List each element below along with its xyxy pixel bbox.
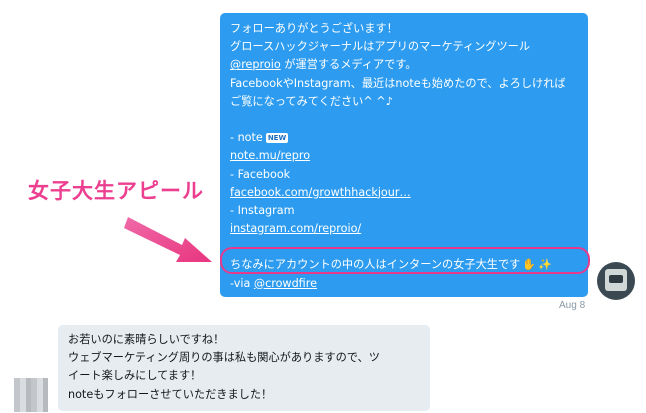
facebook-link[interactable]: facebook.com/growthhackjour… [230, 186, 411, 199]
message-line: - Instagram [230, 203, 295, 217]
avatar-image [605, 269, 627, 291]
message-timestamp: Aug 8 [559, 300, 586, 311]
message-line: イート楽しみにしてます！ [68, 369, 202, 383]
message-line: フォローありがとうございます！ [230, 22, 398, 35]
message-text: - note [230, 131, 263, 145]
message-line: facebook.com/growthhackjour… [230, 184, 578, 202]
message-line: グロースハックジャーナルはアプリのマーケティングツール [230, 40, 531, 54]
message-line: note.mu/repro [230, 147, 578, 165]
instagram-link[interactable]: instagram.com/reproio/ [230, 222, 361, 235]
message-line: お若いのに素晴らしいですね！ [68, 333, 225, 346]
message-line: instagram.com/reproio/ [230, 220, 578, 238]
message-line: ウェブマーケティング周りの事は私も関心がありますので、ツ [68, 351, 380, 365]
message-text: が運営するメディアです。 [284, 58, 417, 72]
message-line: - Facebook [230, 167, 291, 181]
recipient-avatar[interactable] [14, 378, 48, 412]
message-text: -via [230, 276, 254, 290]
message-line: @reproio が運営するメディアです。 [230, 56, 578, 74]
received-message-bubble: お若いのに素晴らしいですね！ ウェブマーケティング周りの事は私も関心がありますの… [58, 325, 430, 411]
mention-reproio-link[interactable]: @reproio [230, 58, 281, 71]
message-line: - note NEW [230, 129, 578, 147]
message-line: noteもフォローさせていただきました！ [68, 387, 273, 401]
message-line: ご覧になってみてください^ ^♪ [230, 94, 393, 108]
sender-avatar[interactable] [597, 262, 635, 300]
message-line: -via @crowdfire [230, 275, 578, 293]
new-badge: NEW [265, 133, 289, 144]
annotation-label: 女子大生アピール [28, 179, 204, 203]
mention-crowdfire-link[interactable]: @crowdfire [254, 277, 317, 290]
highlight-annotation [220, 247, 590, 274]
message-line: FacebookやInstagram、最近はnoteも始めたので、よろしければ [230, 76, 566, 90]
note-link[interactable]: note.mu/repro [230, 149, 310, 162]
